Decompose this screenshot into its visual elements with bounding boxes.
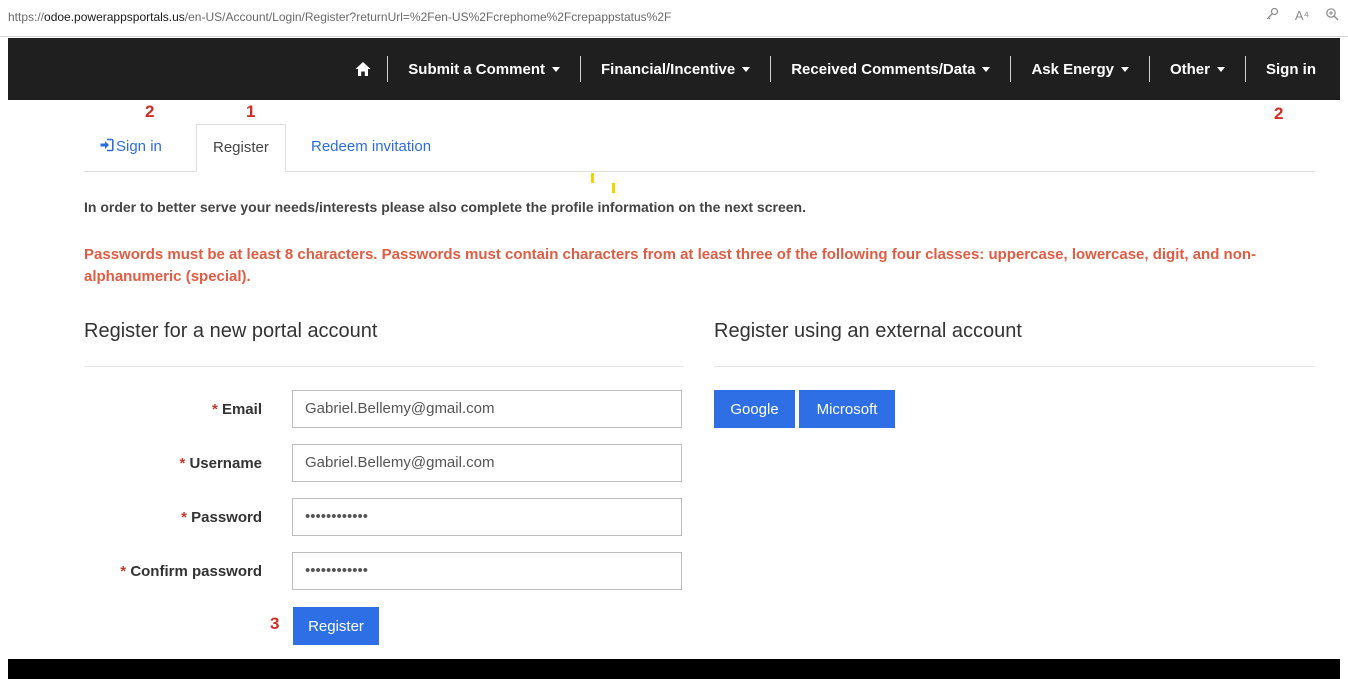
label-text: Confirm password [130,563,262,580]
nav-submit-comment[interactable]: Submit a Comment [388,61,580,78]
highlight-mark [591,173,594,183]
tab-label: Register [213,139,269,156]
nav-received-comments[interactable]: Received Comments/Data [771,61,1010,78]
read-aloud-icon[interactable]: A⁴ [1294,7,1310,25]
tab-redeem-invitation[interactable]: Redeem invitation [295,124,447,171]
annotation-step-2-nav-signin: 2 [1274,104,1284,123]
nav-sign-in[interactable]: Sign in [1246,61,1316,78]
divider [714,366,1315,367]
label-text: Username [189,455,262,472]
register-external-title: Register using an external account [714,320,1022,342]
zoom-icon[interactable] [1324,7,1340,25]
tab-label: Sign in [116,138,162,155]
page-footer [8,659,1340,679]
password-label: * Password [82,509,262,526]
nav-ask-energy[interactable]: Ask Energy [1011,61,1149,78]
nav-home[interactable] [355,61,387,77]
address-bar[interactable]: https://odoe.powerappsportals.us/en-US/A… [0,0,1348,37]
label-text: Password [191,509,262,526]
annotation-step-2-signin: 2 [145,102,155,121]
nav-other[interactable]: Other [1150,61,1245,78]
username-label: * Username [82,455,262,472]
url-domain: odoe.powerappsportals.us [44,10,185,24]
url-text[interactable]: https://odoe.powerappsportals.us/en-US/A… [8,10,671,24]
tab-sign-in[interactable]: Sign in [84,124,178,171]
caret-down-icon [1120,66,1129,72]
caret-down-icon [551,66,560,72]
email-label: * Email [82,401,262,418]
nav-financial-incentive[interactable]: Financial/Incentive [581,61,770,78]
required-marker: * [181,509,187,526]
sign-in-icon [100,125,114,152]
url-scheme: https:// [8,10,45,24]
profile-info-text: In order to better serve your needs/inte… [84,199,806,215]
register-local-title: Register for a new portal account [84,320,378,342]
required-marker: * [211,401,218,418]
caret-down-icon [982,66,991,72]
nav-label: Received Comments/Data [791,60,976,78]
nav-label: Ask Energy [1031,60,1114,78]
username-field[interactable]: Gabriel.Bellemy@gmail.com [292,444,682,482]
home-icon [355,61,371,77]
microsoft-login-button[interactable]: Microsoft [799,390,895,428]
label-text: Email [221,401,262,418]
annotation-step-1-register: 1 [246,102,256,121]
password-field[interactable]: •••••••••••• [292,498,682,536]
nav-label: Financial/Incentive [600,60,736,78]
nav-menu: Submit a Comment Financial/Incentive Rec… [355,38,1316,100]
tab-register[interactable]: Register [196,124,286,172]
divider [84,366,684,367]
tab-label: Redeem invitation [311,138,432,155]
nav-label: Other [1169,60,1210,78]
caret-down-icon [1217,66,1225,72]
nav-label: Submit a Comment [408,60,545,78]
browser-tools: A⁴ [1264,7,1340,25]
email-field[interactable]: Gabriel.Bellemy@gmail.com [292,390,682,428]
register-button[interactable]: Register [293,607,379,645]
account-tabs: Sign in Register Redeem invitation [84,124,1315,172]
google-login-button[interactable]: Google [714,390,795,428]
confirm-password-field[interactable]: •••••••••••• [292,552,682,590]
caret-down-icon [742,66,751,72]
required-marker: * [179,455,186,472]
top-navbar: Submit a Comment Financial/Incentive Rec… [8,38,1340,100]
annotation-step-3-register: 3 [270,614,280,633]
key-icon[interactable] [1264,7,1280,25]
url-path: /en-US/Account/Login/Register?returnUrl=… [184,10,672,24]
highlight-mark [612,183,615,193]
confirm-password-label: * Confirm password [82,563,262,580]
password-requirements: Passwords must be at least 8 characters.… [84,246,1257,285]
required-marker: * [120,563,127,580]
nav-label: Sign in [1266,60,1316,78]
